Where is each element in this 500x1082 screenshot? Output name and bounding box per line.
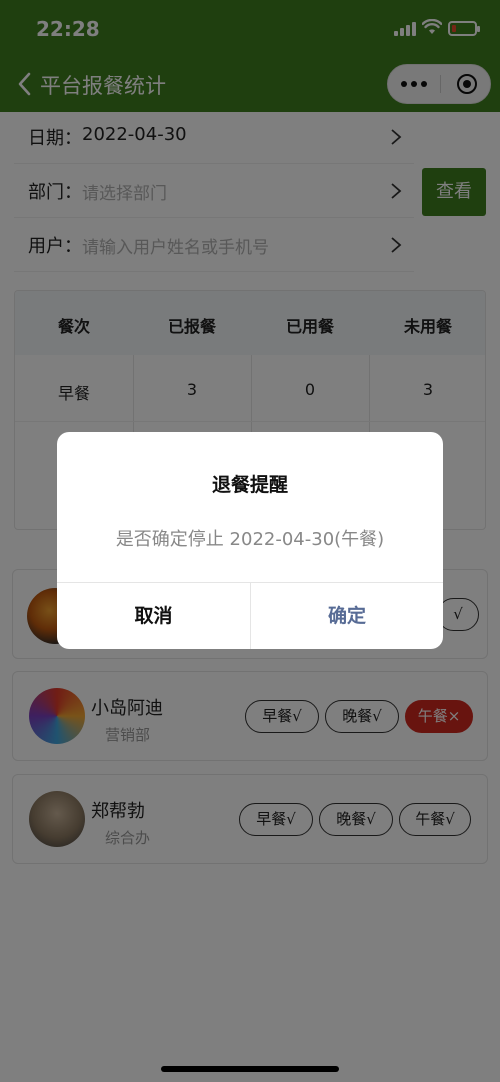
cancel-button[interactable]: 取消 <box>57 583 250 649</box>
home-indicator <box>161 1066 339 1072</box>
confirm-button[interactable]: 确定 <box>251 583 443 649</box>
dialog-message: 是否确定停止 2022-04-30(午餐) <box>115 529 385 550</box>
cancel-meal-dialog: 退餐提醒 是否确定停止 2022-04-30(午餐) 取消 确定 <box>57 432 443 649</box>
dialog-title: 退餐提醒 <box>211 474 288 496</box>
